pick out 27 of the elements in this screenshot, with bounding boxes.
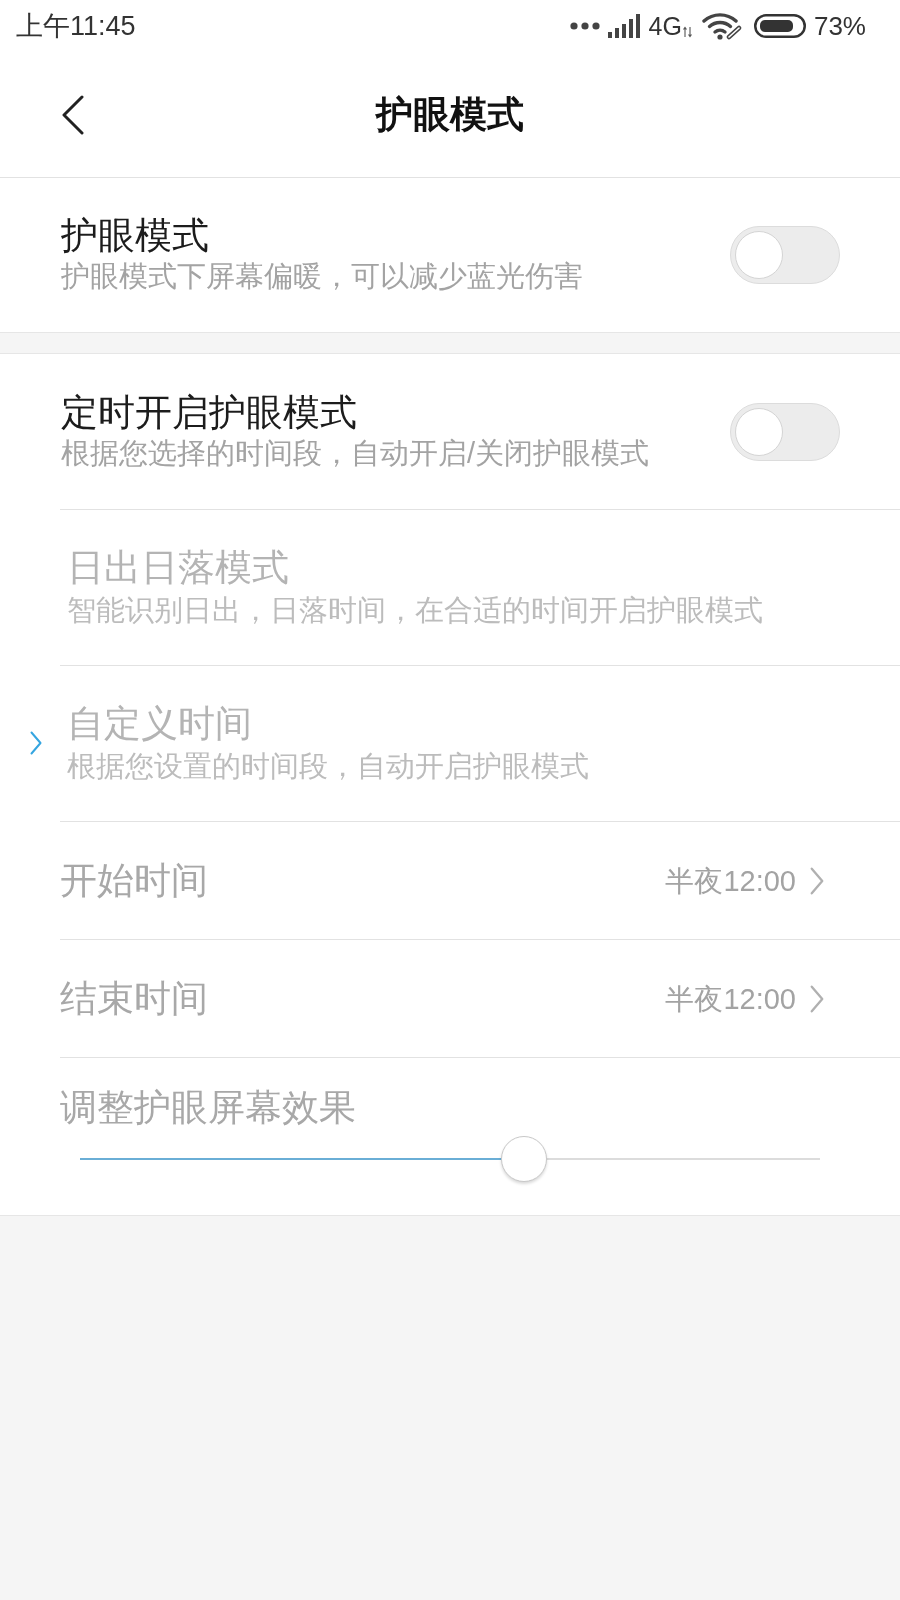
back-chevron-icon xyxy=(61,94,85,135)
effect-label: 调整护眼屏幕效果 xyxy=(60,1088,356,1128)
setting-title: 护眼模式 xyxy=(61,216,209,256)
chevron-right-icon xyxy=(810,983,824,1014)
battery-icon xyxy=(753,14,806,38)
status-time: 上午11:45 xyxy=(16,12,136,40)
slider-thumb[interactable] xyxy=(501,1136,547,1182)
option-title: 日出日落模式 xyxy=(67,547,289,588)
battery-percent: 73% xyxy=(813,13,866,39)
setting-subtitle: 护眼模式下屏幕偏暖，可以减少蓝光伤害 xyxy=(61,259,583,294)
slider-track[interactable] xyxy=(80,1136,820,1182)
page-title: 护眼模式 xyxy=(376,96,524,133)
time-value[interactable]: 半夜12:00 xyxy=(665,862,796,899)
data-arrows-icon xyxy=(682,26,692,38)
option-title: 自定义时间 xyxy=(67,703,252,744)
time-label: 开始时间 xyxy=(60,860,208,901)
more-dots-icon xyxy=(569,22,600,30)
wifi-icon xyxy=(701,12,742,40)
setting-subtitle: 根据您选择的时间段，自动开启/关闭护眼模式 xyxy=(61,435,650,471)
time-value[interactable]: 半夜12:00 xyxy=(665,980,796,1017)
network-type: 4G xyxy=(648,13,682,39)
option-subtitle: 智能识别日出，日落时间，在合适的时间开启护眼模式 xyxy=(67,592,763,628)
signal-icon xyxy=(607,14,640,38)
chevron-right-icon xyxy=(810,865,824,896)
option-subtitle: 根据您设置的时间段，自动开启护眼模式 xyxy=(67,748,589,784)
time-label: 结束时间 xyxy=(60,978,208,1019)
setting-title: 定时开启护眼模式 xyxy=(61,392,357,433)
